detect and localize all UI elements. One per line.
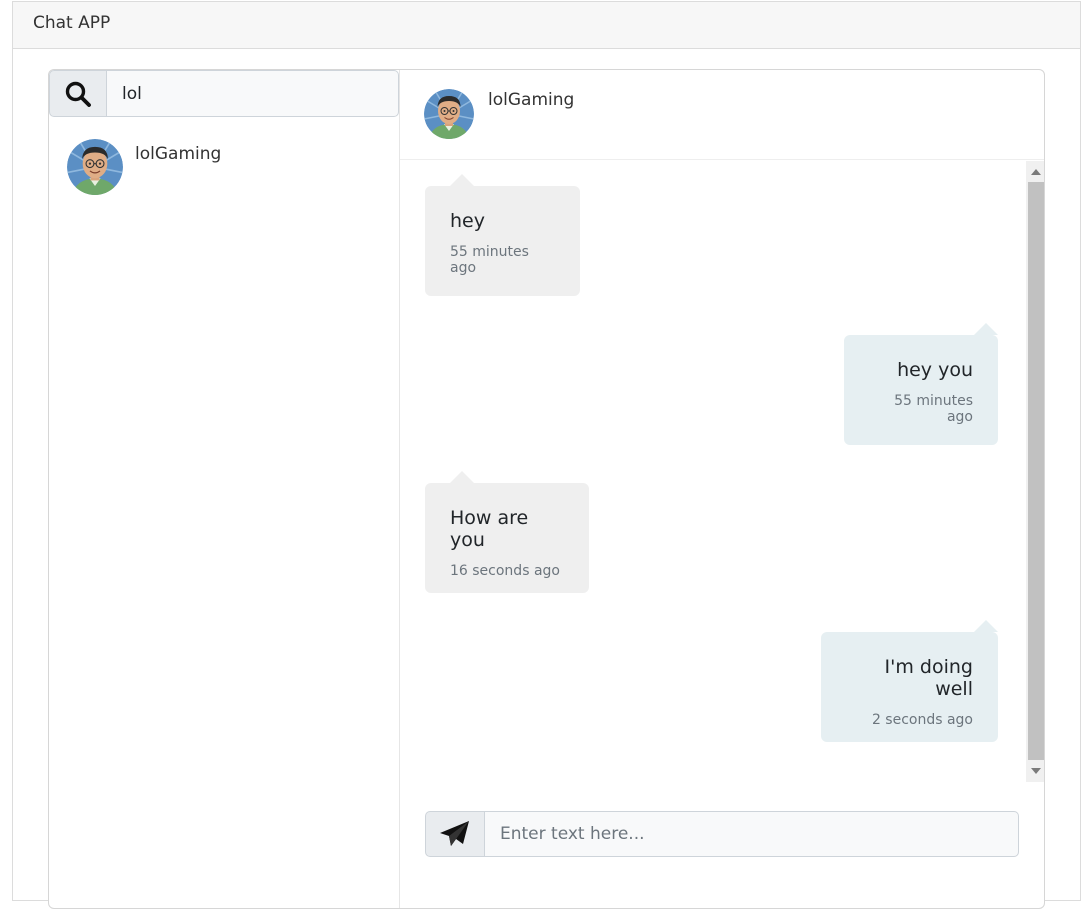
contact-item[interactable]: lolGaming bbox=[67, 139, 221, 195]
scroll-down-arrow-icon[interactable] bbox=[1031, 768, 1041, 774]
search-input[interactable] bbox=[107, 70, 399, 117]
message-time: 16 seconds ago bbox=[450, 563, 560, 579]
message-text: How are you bbox=[450, 507, 529, 551]
contacts-sidebar: lolGaming bbox=[49, 70, 400, 908]
message-bubble: I'm doing well 2 seconds ago bbox=[821, 620, 998, 742]
app-title: Chat APP bbox=[33, 13, 111, 33]
message-text: hey you bbox=[897, 359, 973, 381]
search-button[interactable] bbox=[49, 70, 107, 117]
message-input[interactable] bbox=[485, 811, 1019, 857]
chat-header-name: lolGaming bbox=[488, 90, 575, 110]
search-group bbox=[49, 70, 399, 117]
message-time: 55 minutes ago bbox=[450, 244, 529, 276]
chat-header: lolGaming bbox=[400, 70, 1044, 160]
chat-panel: lolGaming hey 55 minutes ago hey you 55 … bbox=[400, 70, 1044, 908]
search-icon bbox=[65, 81, 91, 107]
message-text: hey bbox=[450, 210, 485, 232]
chat-header-avatar bbox=[424, 89, 474, 139]
message-bubble: hey 55 minutes ago bbox=[425, 174, 580, 296]
message-list[interactable]: hey 55 minutes ago hey you 55 minutes ag… bbox=[400, 161, 1044, 782]
send-button[interactable] bbox=[425, 811, 485, 857]
avatar bbox=[67, 139, 123, 195]
message-bubble: hey you 55 minutes ago bbox=[844, 323, 998, 445]
scroll-thumb[interactable] bbox=[1028, 182, 1044, 760]
message-time: 2 seconds ago bbox=[871, 712, 973, 728]
scroll-up-arrow-icon[interactable] bbox=[1031, 169, 1041, 175]
message-bubble: How are you 16 seconds ago bbox=[425, 471, 589, 593]
message-text: I'm doing well bbox=[884, 656, 973, 700]
message-composer bbox=[425, 811, 1019, 857]
chat-container: lolGaming lolGaming hey 55 minutes ago h… bbox=[48, 69, 1045, 909]
message-scrollbar[interactable] bbox=[1026, 161, 1044, 782]
send-icon bbox=[440, 821, 469, 846]
contact-name: lolGaming bbox=[135, 144, 222, 164]
app-header: Chat APP bbox=[13, 2, 1080, 49]
message-time: 55 minutes ago bbox=[894, 393, 973, 425]
